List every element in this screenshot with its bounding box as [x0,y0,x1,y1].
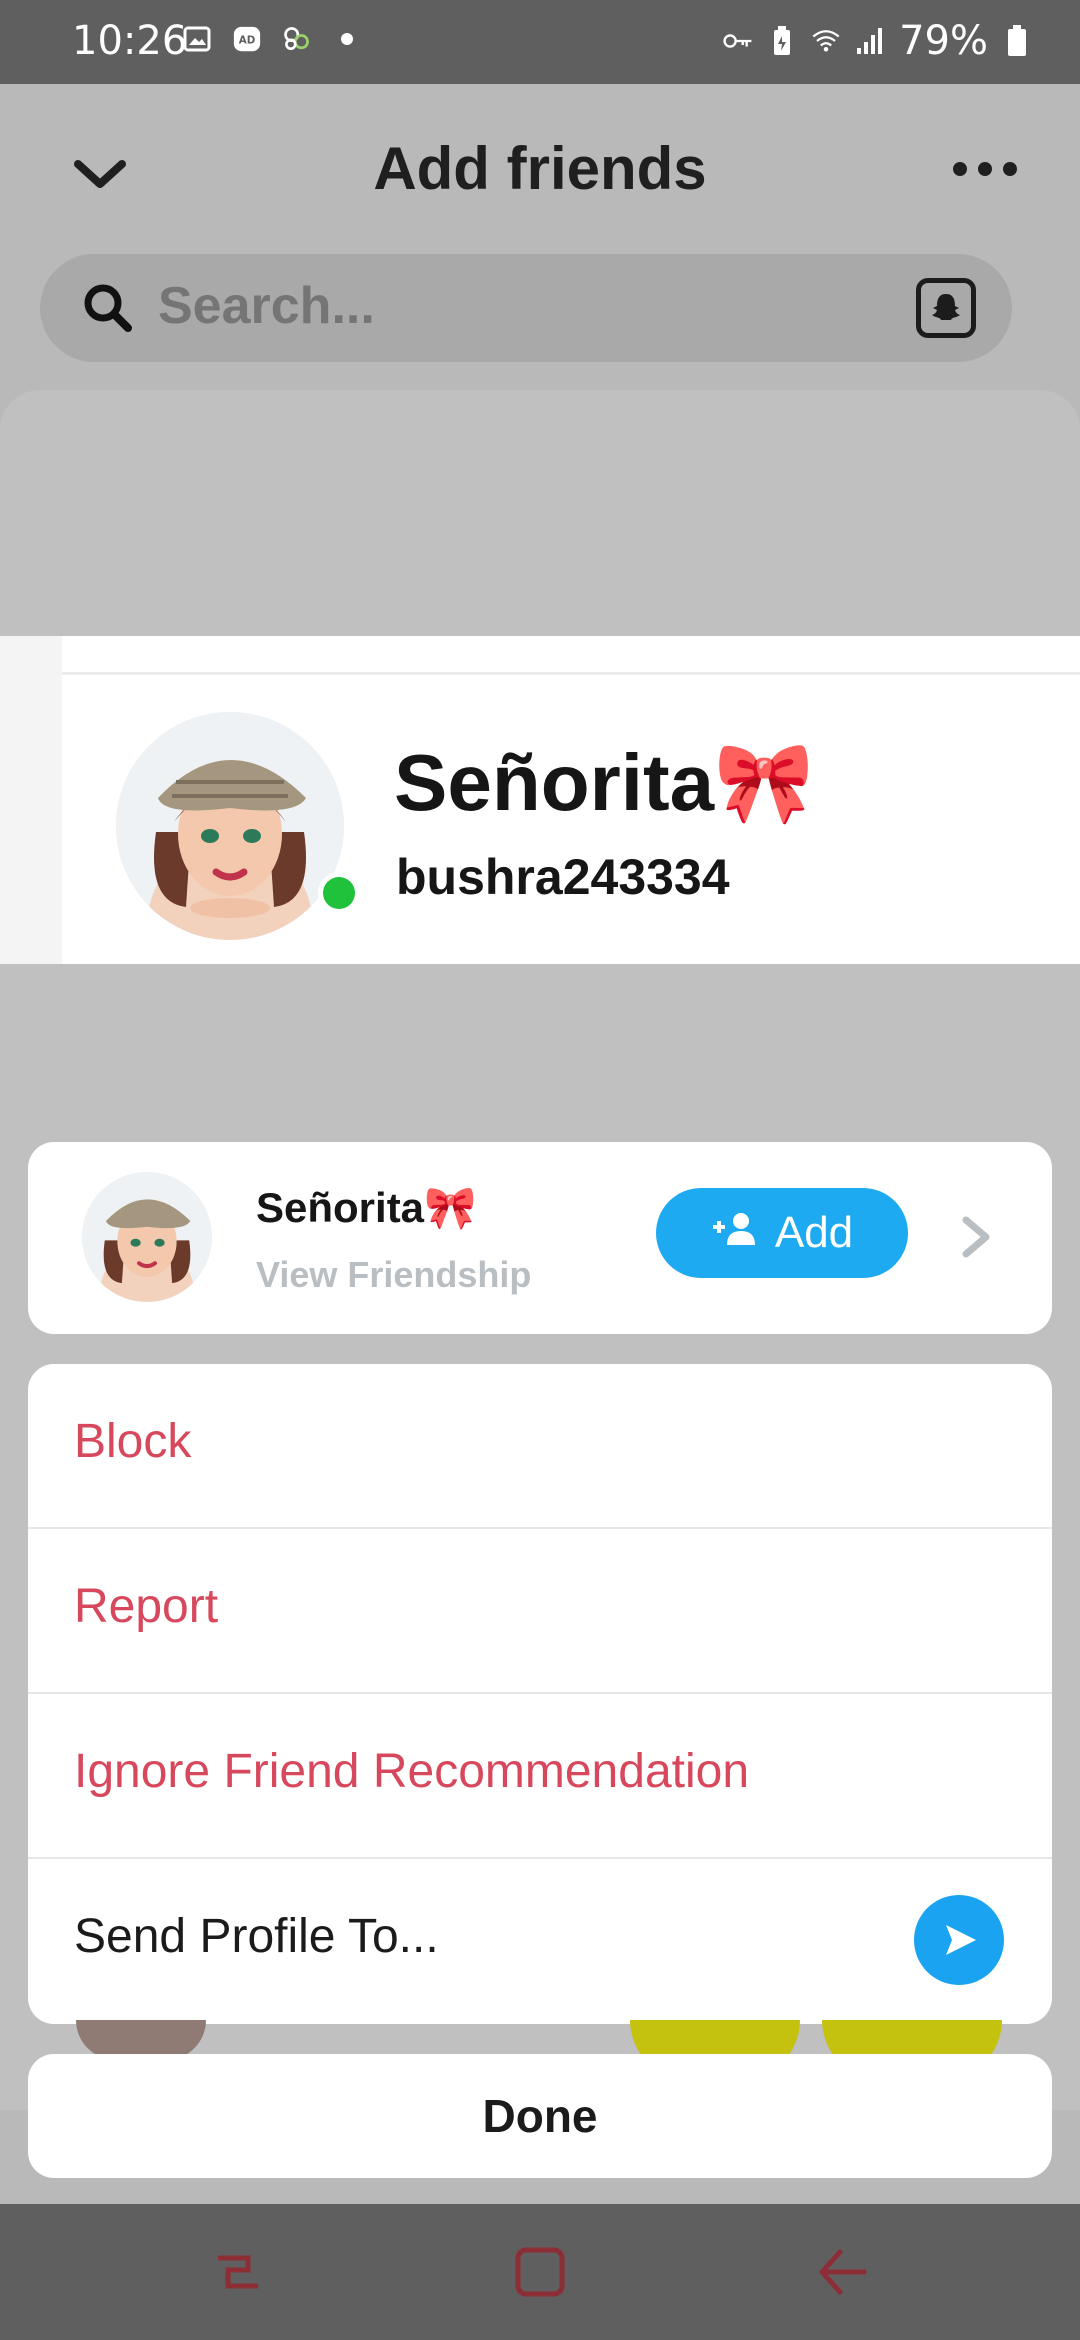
search-bar[interactable] [40,254,1012,362]
search-input[interactable] [158,276,858,336]
more-icon[interactable] [950,154,1020,184]
image-icon [182,24,212,54]
home-icon[interactable] [510,2242,570,2302]
add-user-icon [711,1208,759,1258]
menu-item-send-profile[interactable]: Send Profile To... [28,1859,1052,2024]
recents-icon[interactable] [208,2242,268,2302]
wifi-icon [811,26,841,56]
battery-percent: 79% [899,18,988,64]
menu-item-block[interactable]: Block [28,1364,1052,1529]
app-icon [282,24,312,54]
profile-preview-card[interactable]: Señorita🎀 bushra243334 [0,636,1080,964]
avatar [82,1172,212,1302]
menu-item-label: Send Profile To... [74,1910,439,1963]
menu-item-label: Ignore Friend Recommendation [74,1745,750,1798]
page-title: Add friends [373,135,707,202]
ad-blocker-icon: AD [232,24,262,54]
search-icon [80,280,136,336]
avatar [116,712,344,940]
divider [62,672,1080,675]
preview-display-name: Señorita🎀 [394,738,814,827]
chevron-right-icon[interactable] [956,1212,996,1262]
dot-icon [332,24,362,54]
sheet-profile-card[interactable]: Señorita🎀 View Friendship Add [28,1142,1052,1334]
snapchat-ghost-icon[interactable] [916,278,976,338]
navigation-bar [0,2204,1080,2340]
menu-item-label: Block [74,1415,192,1468]
send-arrow-icon [914,1895,1004,1985]
menu-item-report[interactable]: Report [28,1529,1052,1694]
action-menu: Block Report Ignore Friend Recommendatio… [28,1364,1052,2024]
status-bar: 10:26 AD 79% [0,0,1080,84]
preview-username: bushra243334 [396,849,730,905]
done-button[interactable]: Done [28,2054,1052,2178]
status-icons-right: 79% [723,18,1032,64]
battery-saver-icon [767,26,797,56]
back-icon[interactable] [812,2242,872,2302]
signal-icon [855,26,885,56]
view-friendship-link[interactable]: View Friendship [256,1254,531,1296]
add-button-label: Add [774,1208,854,1257]
preview-side-strip [0,636,62,964]
battery-icon [1002,25,1032,56]
svg-text:AD: AD [239,35,256,47]
header: Add friends [0,84,1080,254]
status-icons-left: AD [182,24,362,54]
sheet-display-name: Señorita🎀 [256,1184,477,1231]
key-icon [723,26,753,56]
online-status-dot [316,870,362,916]
status-time: 10:26 [72,18,188,64]
menu-item-ignore-recommendation[interactable]: Ignore Friend Recommendation [28,1694,1052,1859]
menu-item-label: Report [74,1580,219,1633]
add-friend-button[interactable]: Add [656,1188,908,1278]
